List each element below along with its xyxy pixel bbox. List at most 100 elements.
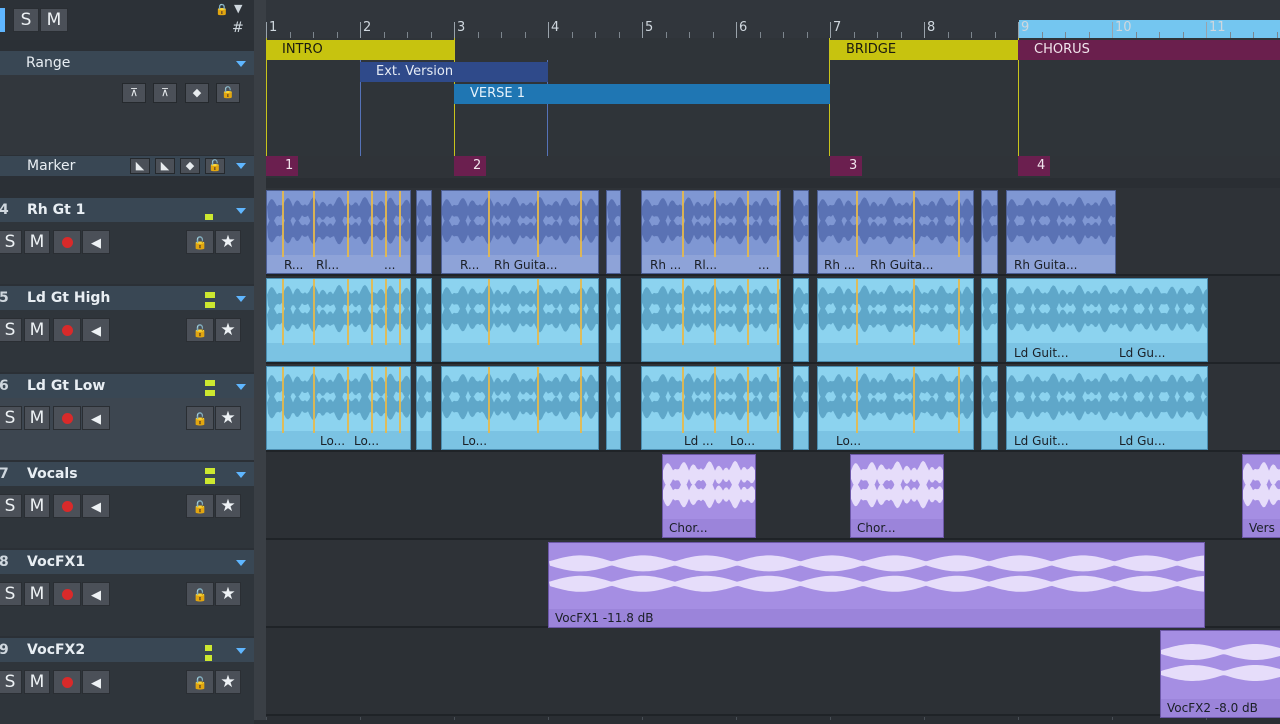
track-header[interactable]: 4 Rh Gt 1 S M ◀ 🔓 ★ (0, 198, 254, 284)
lock-button[interactable]: 🔓 (186, 582, 214, 606)
lock-button[interactable]: 🔓 (186, 670, 214, 694)
range-tool-icon[interactable]: ⊼ (153, 83, 177, 103)
track-title-bar[interactable]: 5 Ld Gt High (0, 286, 254, 310)
global-mute-button[interactable]: M (40, 8, 68, 32)
lock-icon[interactable]: 🔓 (205, 158, 225, 174)
audio-clip-ld-gt-high[interactable] (817, 278, 974, 362)
audio-clip-ld-gt-high[interactable] (416, 278, 432, 362)
track-name[interactable]: Ld Gt Low (27, 378, 105, 394)
monitor-button[interactable]: ◀ (82, 406, 110, 430)
monitor-button[interactable]: ◀ (82, 494, 110, 518)
lock-button[interactable]: 🔓 (186, 318, 214, 342)
filter-icon[interactable]: ▼ (234, 2, 242, 15)
track-name[interactable]: VocFX2 (27, 642, 85, 658)
audio-clip-vocals[interactable]: Chor... (850, 454, 944, 538)
record-button[interactable] (53, 582, 81, 606)
audio-clip-ld-gt-low[interactable] (793, 366, 809, 450)
track-header[interactable]: 6 Ld Gt Low S M ◀ 🔓 ★ (0, 374, 254, 460)
mute-button[interactable]: M (24, 318, 50, 342)
track-header[interactable]: 5 Ld Gt High S M ◀ 🔓 ★ (0, 286, 254, 372)
chevron-down-icon[interactable] (236, 208, 246, 214)
solo-button[interactable]: S (0, 670, 22, 694)
marker-flag[interactable]: 3 (830, 156, 862, 176)
audio-clip-ld-gt-high[interactable] (981, 278, 998, 362)
marker-header[interactable]: Marker ◣ ◣ ◆ 🔓 (0, 156, 254, 176)
solo-button[interactable]: S (0, 230, 22, 254)
audio-clip-ld-gt-low[interactable] (416, 366, 432, 450)
section-chorus[interactable]: CHORUS (1018, 40, 1280, 60)
section-ext-version[interactable]: Ext. Version (360, 62, 548, 82)
lock-button[interactable]: 🔓 (186, 494, 214, 518)
track-title-bar[interactable]: 9 VocFX2 (0, 638, 254, 662)
global-solo-button[interactable]: S (13, 8, 39, 32)
audio-clip-rh-gt[interactable] (606, 190, 621, 274)
track-title-bar[interactable]: 8 VocFX1 (0, 550, 254, 574)
monitor-button[interactable]: ◀ (82, 582, 110, 606)
audio-clip-vocals[interactable]: Vers (1242, 454, 1280, 538)
track-name[interactable]: Ld Gt High (27, 290, 110, 306)
audio-clip-ld-gt-high[interactable] (793, 278, 809, 362)
section-intro[interactable]: INTRO (266, 40, 454, 60)
audio-clip-rh-gt[interactable] (981, 190, 998, 274)
audio-clip-ld-gt-high[interactable] (441, 278, 599, 362)
star-button[interactable]: ★ (215, 406, 241, 430)
record-button[interactable] (53, 494, 81, 518)
marker-flag[interactable]: 4 (1018, 156, 1050, 176)
solo-button[interactable]: S (0, 406, 22, 430)
monitor-button[interactable]: ◀ (82, 670, 110, 694)
star-button[interactable]: ★ (215, 494, 241, 518)
track-name[interactable]: VocFX1 (27, 554, 85, 570)
paint-icon[interactable]: ◆ (180, 158, 200, 174)
record-button[interactable] (53, 318, 81, 342)
mute-button[interactable]: M (24, 406, 50, 430)
mute-button[interactable]: M (24, 582, 50, 606)
lock-icon[interactable]: 🔒 (215, 3, 229, 16)
mute-button[interactable]: M (24, 670, 50, 694)
lock-button[interactable]: 🔓 (186, 406, 214, 430)
chevron-down-icon[interactable] (236, 472, 246, 478)
chevron-down-icon[interactable] (236, 384, 246, 390)
chevron-down-icon[interactable] (236, 648, 246, 654)
range-header[interactable]: Range (0, 51, 254, 75)
audio-clip-ld-gt-high[interactable] (266, 278, 411, 362)
loop-range[interactable] (1019, 20, 1280, 38)
track-lane[interactable] (266, 628, 1280, 716)
mute-button[interactable]: M (24, 494, 50, 518)
solo-button[interactable]: S (0, 494, 22, 518)
chevron-down-icon[interactable] (236, 61, 246, 67)
panel-divider[interactable] (254, 0, 266, 720)
mute-button[interactable]: M (24, 230, 50, 254)
star-button[interactable]: ★ (215, 670, 241, 694)
chevron-down-icon[interactable] (236, 560, 246, 566)
audio-clip-vocals[interactable]: Chor... (662, 454, 756, 538)
audio-clip-rh-gt[interactable] (416, 190, 432, 274)
star-button[interactable]: ★ (215, 230, 241, 254)
track-name[interactable]: Vocals (27, 466, 78, 482)
timeline-ruler[interactable]: 1 2 3 4 5 6 7 8 9 10 11 (266, 0, 1280, 38)
record-button[interactable] (53, 406, 81, 430)
record-button[interactable] (53, 230, 81, 254)
record-button[interactable] (53, 670, 81, 694)
paint-icon[interactable]: ◆ (185, 83, 209, 103)
track-title-bar[interactable]: 7 Vocals (0, 462, 254, 486)
audio-clip-ld-gt-high[interactable] (606, 278, 621, 362)
track-title-bar[interactable]: 4 Rh Gt 1 (0, 198, 254, 222)
marker-tool-icon[interactable]: ◣ (130, 158, 150, 174)
monitor-button[interactable]: ◀ (82, 318, 110, 342)
track-header[interactable]: 8 VocFX1 S M ◀ 🔓 ★ (0, 550, 254, 636)
hash-icon[interactable]: # (232, 20, 244, 36)
marker-flag[interactable]: 1 (266, 156, 298, 176)
track-header[interactable]: 7 Vocals S M ◀ 🔓 ★ (0, 462, 254, 548)
audio-clip-ld-gt-high[interactable] (641, 278, 781, 362)
audio-clip-ld-gt-low[interactable] (606, 366, 621, 450)
monitor-button[interactable]: ◀ (82, 230, 110, 254)
range-tool-icon[interactable]: ⊼ (122, 83, 146, 103)
lock-icon[interactable]: 🔓 (216, 83, 240, 103)
marker-tool-icon[interactable]: ◣ (155, 158, 175, 174)
star-button[interactable]: ★ (215, 582, 241, 606)
track-header[interactable]: 9 VocFX2 S M ◀ 🔓 ★ (0, 638, 254, 724)
track-title-bar[interactable]: 6 Ld Gt Low (0, 374, 254, 398)
audio-clip-vocfx1[interactable]: VocFX1 -11.8 dB (548, 542, 1205, 628)
audio-clip-rh-gt[interactable] (793, 190, 809, 274)
solo-button[interactable]: S (0, 582, 22, 606)
